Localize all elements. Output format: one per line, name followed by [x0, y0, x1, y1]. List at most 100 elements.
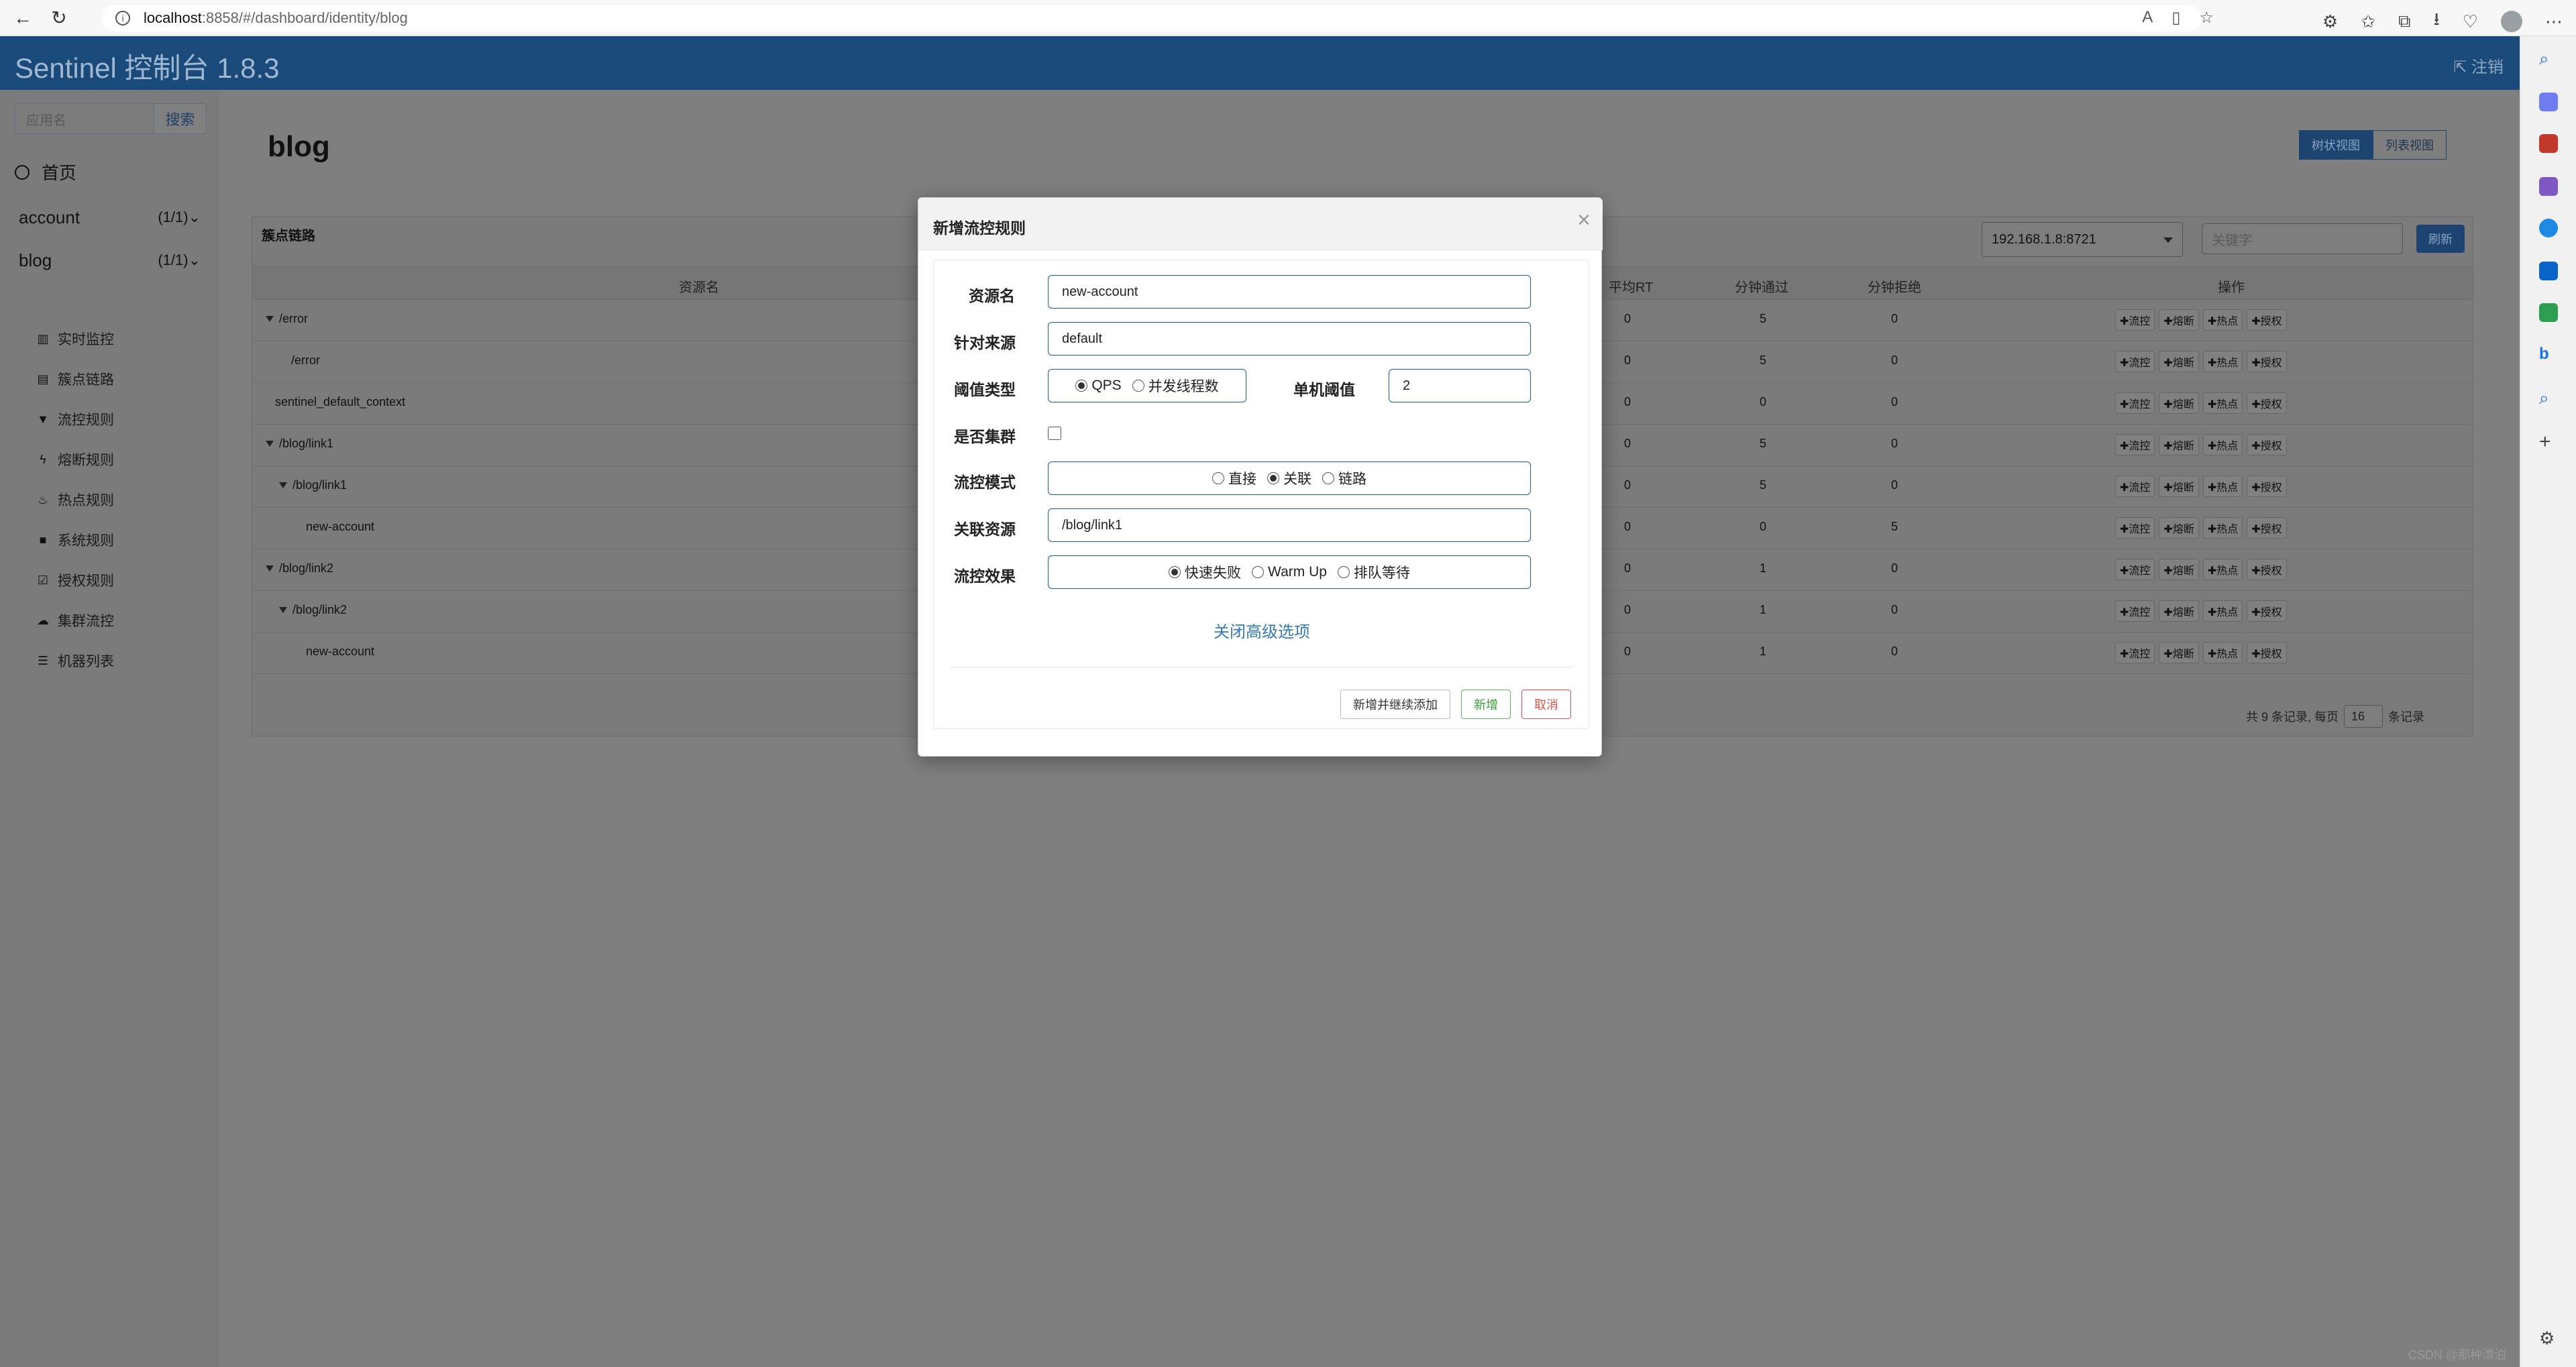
read-aloud-icon[interactable]: A [2142, 8, 2153, 28]
favorites-icon[interactable]: ✩ [2361, 11, 2375, 32]
site-info-icon[interactable]: i [115, 11, 130, 25]
drop-icon[interactable] [2539, 303, 2558, 322]
radio-queue[interactable] [1337, 566, 1350, 578]
resource-name-input[interactable]: new-account [1048, 275, 1531, 309]
add-icon[interactable]: + [2539, 431, 2558, 453]
cancel-button[interactable]: 取消 [1521, 690, 1571, 719]
profile-avatar[interactable] [2501, 11, 2522, 32]
sidebar-item-8[interactable]: ☰ 机器列表 [36, 651, 114, 671]
search-icon[interactable]: ⌕ [2539, 48, 2558, 68]
add-hotspot-button[interactable]: ✚热点 [2202, 600, 2243, 622]
caret-down-icon[interactable] [266, 316, 274, 322]
origin-input[interactable]: default [1048, 322, 1531, 356]
tree-view-button[interactable]: 树状视图 [2299, 130, 2373, 160]
sidebar-item-home[interactable]: 首页 [15, 160, 76, 184]
add-hotspot-button[interactable]: ✚热点 [2202, 642, 2243, 663]
favorite-star-icon[interactable]: ☆ [2199, 8, 2214, 28]
add-button[interactable]: 新增 [1461, 690, 1511, 719]
caret-down-icon[interactable] [266, 441, 274, 447]
add-auth-button[interactable]: ✚授权 [2247, 517, 2287, 539]
caret-down-icon[interactable] [279, 482, 287, 488]
list-view-button[interactable]: 列表视图 [2373, 130, 2447, 160]
bing-icon[interactable]: b [2539, 345, 2558, 364]
effect-fast-fail[interactable]: 快速失败 [1169, 562, 1241, 582]
mode-chain[interactable]: 链路 [1322, 468, 1366, 488]
outlook-icon[interactable] [2539, 262, 2558, 280]
performance-icon[interactable]: ♡ [2463, 11, 2478, 32]
add-degrade-button[interactable]: ✚熔断 [2159, 351, 2199, 372]
add-auth-button[interactable]: ✚授权 [2247, 434, 2287, 455]
shopping-icon[interactable] [2539, 93, 2558, 111]
add-flow-button[interactable]: ✚流控 [2115, 351, 2155, 372]
search-icon[interactable]: ⌕ [2539, 388, 2558, 408]
radio-direct[interactable] [1212, 472, 1224, 484]
effect-queue[interactable]: 排队等待 [1337, 562, 1410, 582]
add-hotspot-button[interactable]: ✚热点 [2202, 309, 2243, 331]
radio-fast-fail[interactable] [1169, 566, 1181, 578]
sidebar-app-blog[interactable]: blog (1/1)⌄ [0, 240, 219, 280]
add-degrade-button[interactable]: ✚熔断 [2159, 642, 2199, 663]
add-degrade-button[interactable]: ✚熔断 [2159, 476, 2199, 497]
add-hotspot-button[interactable]: ✚热点 [2202, 434, 2243, 455]
add-auth-button[interactable]: ✚授权 [2247, 392, 2287, 414]
threshold-type-threads[interactable]: 并发线程数 [1132, 376, 1219, 396]
add-flow-button[interactable]: ✚流控 [2115, 600, 2155, 622]
downloads-icon[interactable]: ⭳ [2434, 7, 2440, 36]
more-menu-icon[interactable]: ⋯ [2545, 11, 2563, 32]
sidebar-item-1[interactable]: ▤ 簇点链路 [36, 369, 114, 389]
cluster-checkbox[interactable] [1048, 427, 1061, 440]
add-degrade-button[interactable]: ✚熔断 [2159, 309, 2199, 331]
logout-link[interactable]: ⇱ 注销 [2453, 54, 2504, 77]
sidebar-item-2[interactable]: ▼ 流控规则 [36, 409, 114, 429]
address-bar[interactable]: i localhost :8858/#/dashboard/identity/b… [102, 5, 2202, 32]
machine-select[interactable]: 192.168.1.8:8721 [1982, 222, 2183, 257]
sidebar-app-account[interactable]: account (1/1)⌄ [0, 197, 219, 237]
add-degrade-button[interactable]: ✚熔断 [2159, 434, 2199, 455]
sidebar-item-0[interactable]: ▥ 实时监控 [36, 329, 114, 349]
app-search-button[interactable]: 搜索 [154, 103, 207, 134]
games-icon[interactable] [2539, 177, 2558, 196]
app-brand[interactable]: Sentinel 控制台 1.8.3 [15, 46, 280, 87]
sidebar-item-3[interactable]: ϟ 熔断规则 [36, 449, 114, 470]
add-degrade-button[interactable]: ✚熔断 [2159, 392, 2199, 414]
caret-down-icon[interactable] [266, 565, 274, 571]
radio-warm-up[interactable] [1252, 566, 1265, 578]
add-auth-button[interactable]: ✚授权 [2247, 351, 2287, 372]
radio-threads[interactable] [1132, 380, 1144, 392]
add-auth-button[interactable]: ✚授权 [2247, 476, 2287, 497]
office-icon[interactable] [2539, 219, 2558, 237]
sidebar-item-5[interactable]: ■ 系统规则 [36, 530, 114, 550]
add-and-continue-button[interactable]: 新增并继续添加 [1340, 690, 1450, 719]
add-degrade-button[interactable]: ✚熔断 [2159, 559, 2199, 580]
add-degrade-button[interactable]: ✚熔断 [2159, 517, 2199, 539]
advanced-options-link[interactable]: 关闭高级选项 [934, 618, 1590, 642]
add-flow-button[interactable]: ✚流控 [2115, 309, 2155, 331]
radio-related[interactable] [1267, 472, 1279, 484]
effect-warm-up[interactable]: Warm Up [1252, 564, 1327, 580]
add-auth-button[interactable]: ✚授权 [2247, 309, 2287, 331]
add-auth-button[interactable]: ✚授权 [2247, 559, 2287, 580]
add-flow-button[interactable]: ✚流控 [2115, 559, 2155, 580]
reload-icon[interactable]: ↻ [46, 5, 72, 32]
add-hotspot-button[interactable]: ✚热点 [2202, 517, 2243, 539]
mode-direct[interactable]: 直接 [1212, 468, 1256, 488]
add-hotspot-button[interactable]: ✚热点 [2202, 559, 2243, 580]
add-flow-button[interactable]: ✚流控 [2115, 476, 2155, 497]
sidebar-item-4[interactable]: ♨ 热点规则 [36, 490, 114, 510]
collections-icon[interactable]: ⧉ [2398, 11, 2411, 32]
caret-down-icon[interactable] [279, 607, 287, 613]
add-hotspot-button[interactable]: ✚热点 [2202, 476, 2243, 497]
sidebar-item-7[interactable]: ☁ 集群流控 [36, 610, 114, 631]
back-icon[interactable]: ← [9, 5, 36, 32]
refresh-button[interactable]: 刷新 [2416, 225, 2465, 253]
threshold-type-qps[interactable]: QPS [1075, 378, 1122, 394]
single-threshold-input[interactable]: 2 [1389, 369, 1531, 402]
radio-qps[interactable] [1075, 380, 1088, 392]
add-auth-button[interactable]: ✚授权 [2247, 642, 2287, 663]
add-degrade-button[interactable]: ✚熔断 [2159, 600, 2199, 622]
extensions-icon[interactable]: ⚙ [2322, 11, 2338, 32]
tools-icon[interactable] [2539, 134, 2558, 153]
add-hotspot-button[interactable]: ✚热点 [2202, 392, 2243, 414]
page-size-input[interactable]: 16 [2344, 705, 2383, 728]
add-hotspot-button[interactable]: ✚热点 [2202, 351, 2243, 372]
